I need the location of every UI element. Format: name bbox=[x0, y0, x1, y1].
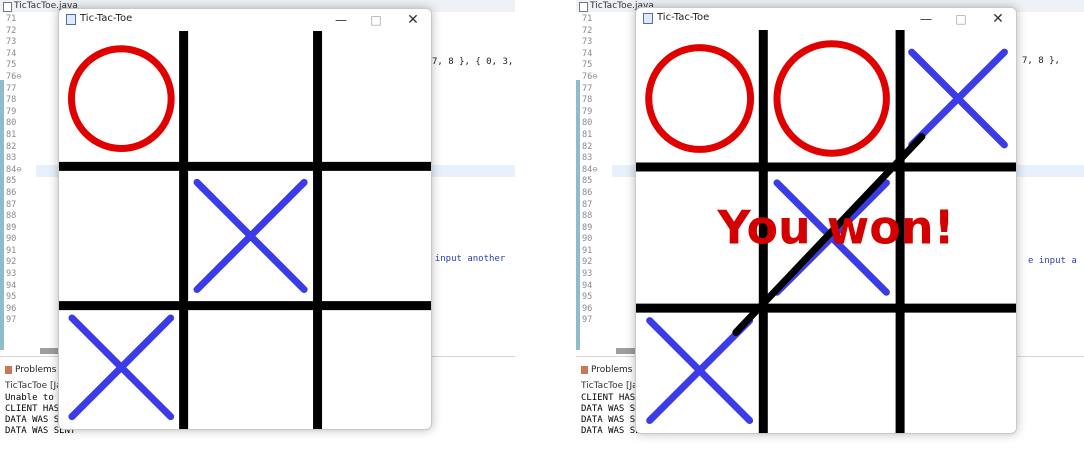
line-number: 78 bbox=[582, 95, 593, 106]
line-number: 71 bbox=[582, 14, 593, 24]
java-app-icon bbox=[66, 14, 76, 25]
line-number: 80 bbox=[6, 118, 17, 129]
line-number: 83 bbox=[582, 153, 593, 164]
line-number: 89 bbox=[6, 222, 17, 233]
maximize-button[interactable]: □ bbox=[366, 11, 386, 29]
line-number: 85 bbox=[6, 176, 17, 187]
line-number: 76⊖ bbox=[582, 71, 598, 82]
line-number: 71 bbox=[6, 14, 17, 24]
line-number: 88 bbox=[582, 211, 593, 222]
line-number: 97 bbox=[582, 315, 593, 326]
line-number: 91 bbox=[582, 245, 593, 256]
game-board[interactable]: You won! bbox=[636, 30, 1016, 433]
board-cell[interactable] bbox=[900, 308, 1016, 433]
line-numbers: 71 72 73 74 75 76⊖ 77 78 79 80 81 82 83 84⊖ 85 86 87 88 89… bbox=[6, 14, 22, 327]
line-number: 94 bbox=[6, 280, 17, 291]
line-number: 77 bbox=[6, 83, 17, 94]
close-button[interactable]: ✕ bbox=[988, 10, 1008, 28]
line-number: 84⊖ bbox=[582, 164, 598, 175]
window-titlebar[interactable]: Tic-Tac-Toe — □ ✕ bbox=[59, 9, 431, 31]
board-cell[interactable] bbox=[318, 306, 431, 429]
line-number: 90 bbox=[6, 234, 17, 245]
board-cell[interactable] bbox=[763, 308, 900, 433]
board-cell[interactable] bbox=[318, 166, 431, 305]
game-window: Tic-Tac-Toe — □ ✕ You won! bbox=[635, 7, 1017, 434]
win-message: You won! bbox=[716, 201, 954, 255]
line-number: 92 bbox=[6, 257, 17, 268]
line-number: 95 bbox=[582, 292, 593, 303]
line-number: 82 bbox=[582, 141, 593, 152]
line-number: 89 bbox=[582, 222, 593, 233]
game-window: Tic-Tac-Toe — □ ✕ bbox=[58, 8, 432, 430]
line-number: 86 bbox=[6, 187, 17, 198]
close-button[interactable]: ✕ bbox=[403, 11, 423, 29]
line-number: 96 bbox=[582, 303, 593, 314]
java-app-icon bbox=[643, 13, 653, 24]
line-number: 97 bbox=[6, 315, 17, 326]
line-number: 74 bbox=[582, 48, 593, 59]
line-number: 72 bbox=[582, 25, 593, 36]
line-number: 79 bbox=[6, 106, 17, 117]
line-number: 88 bbox=[6, 211, 17, 222]
line-number: 80 bbox=[582, 118, 593, 129]
code-fragment: 7, 8 }, { 0, 3, bbox=[432, 57, 514, 67]
line-number: 92 bbox=[582, 257, 593, 268]
problems-tab[interactable]: Problems bbox=[5, 365, 56, 375]
left-screenshot: TicTacToe.java 71 72 73 74 75 76⊖ 77 78 79 80 81 82… bbox=[0, 0, 515, 465]
line-number: 96 bbox=[6, 303, 17, 314]
board-canvas[interactable]: You won! bbox=[636, 30, 1016, 433]
line-number: 79 bbox=[582, 106, 593, 117]
window-title: Tic-Tac-Toe bbox=[80, 13, 133, 24]
board-cell[interactable] bbox=[184, 306, 318, 429]
line-number: 75 bbox=[6, 60, 17, 71]
line-number: 86 bbox=[582, 187, 593, 198]
maximize-button[interactable]: □ bbox=[951, 10, 971, 28]
line-number: 72 bbox=[6, 25, 17, 36]
line-number: 73 bbox=[6, 37, 17, 48]
right-screenshot: TicTacToe.java 71 72 73 74 75 76⊖ 77 78 79 80 81 82… bbox=[576, 0, 1084, 465]
line-number: 81 bbox=[582, 129, 593, 140]
line-number: 95 bbox=[6, 292, 17, 303]
board-cell[interactable] bbox=[59, 166, 184, 305]
code-fragment: 7, 8 }, bbox=[1022, 56, 1060, 66]
line-number: 85 bbox=[582, 176, 593, 187]
line-numbers: 71 72 73 74 75 76⊖ 77 78 79 80 81 82 83 84⊖ 85 86 87 88 89… bbox=[582, 14, 598, 327]
line-number: 82 bbox=[6, 141, 17, 152]
minimize-button[interactable]: — bbox=[331, 11, 351, 29]
line-number: 91 bbox=[6, 245, 17, 256]
line-number: 75 bbox=[582, 60, 593, 71]
board-cell[interactable] bbox=[184, 31, 318, 166]
line-number: 76⊖ bbox=[6, 71, 22, 82]
line-number: 84⊖ bbox=[6, 164, 22, 175]
line-number: 94 bbox=[582, 280, 593, 291]
window-title: Tic-Tac-Toe bbox=[657, 12, 710, 23]
line-number: 81 bbox=[6, 129, 17, 140]
code-fragment: e input another bbox=[424, 254, 506, 264]
line-number: 93 bbox=[582, 269, 593, 280]
line-number: 78 bbox=[6, 95, 17, 106]
code-fragment: e input a bbox=[1028, 256, 1077, 266]
line-number: 90 bbox=[582, 234, 593, 245]
line-number: 77 bbox=[582, 83, 593, 94]
game-board[interactable] bbox=[59, 31, 431, 429]
minimize-button[interactable]: — bbox=[916, 10, 936, 28]
problems-tab[interactable]: Problems bbox=[581, 365, 632, 375]
line-number: 73 bbox=[582, 37, 593, 48]
line-number: 83 bbox=[6, 153, 17, 164]
line-number: 87 bbox=[582, 199, 593, 210]
console-title: TicTacToe [Jav bbox=[581, 381, 644, 391]
window-titlebar[interactable]: Tic-Tac-Toe — □ ✕ bbox=[636, 8, 1016, 30]
line-number: 93 bbox=[6, 269, 17, 280]
line-number: 87 bbox=[6, 199, 17, 210]
change-strip bbox=[0, 80, 4, 350]
board-canvas[interactable] bbox=[59, 31, 431, 429]
board-cell[interactable] bbox=[318, 31, 431, 166]
board-cell[interactable] bbox=[763, 30, 900, 167]
line-number: 74 bbox=[6, 48, 17, 59]
change-strip bbox=[576, 80, 580, 350]
